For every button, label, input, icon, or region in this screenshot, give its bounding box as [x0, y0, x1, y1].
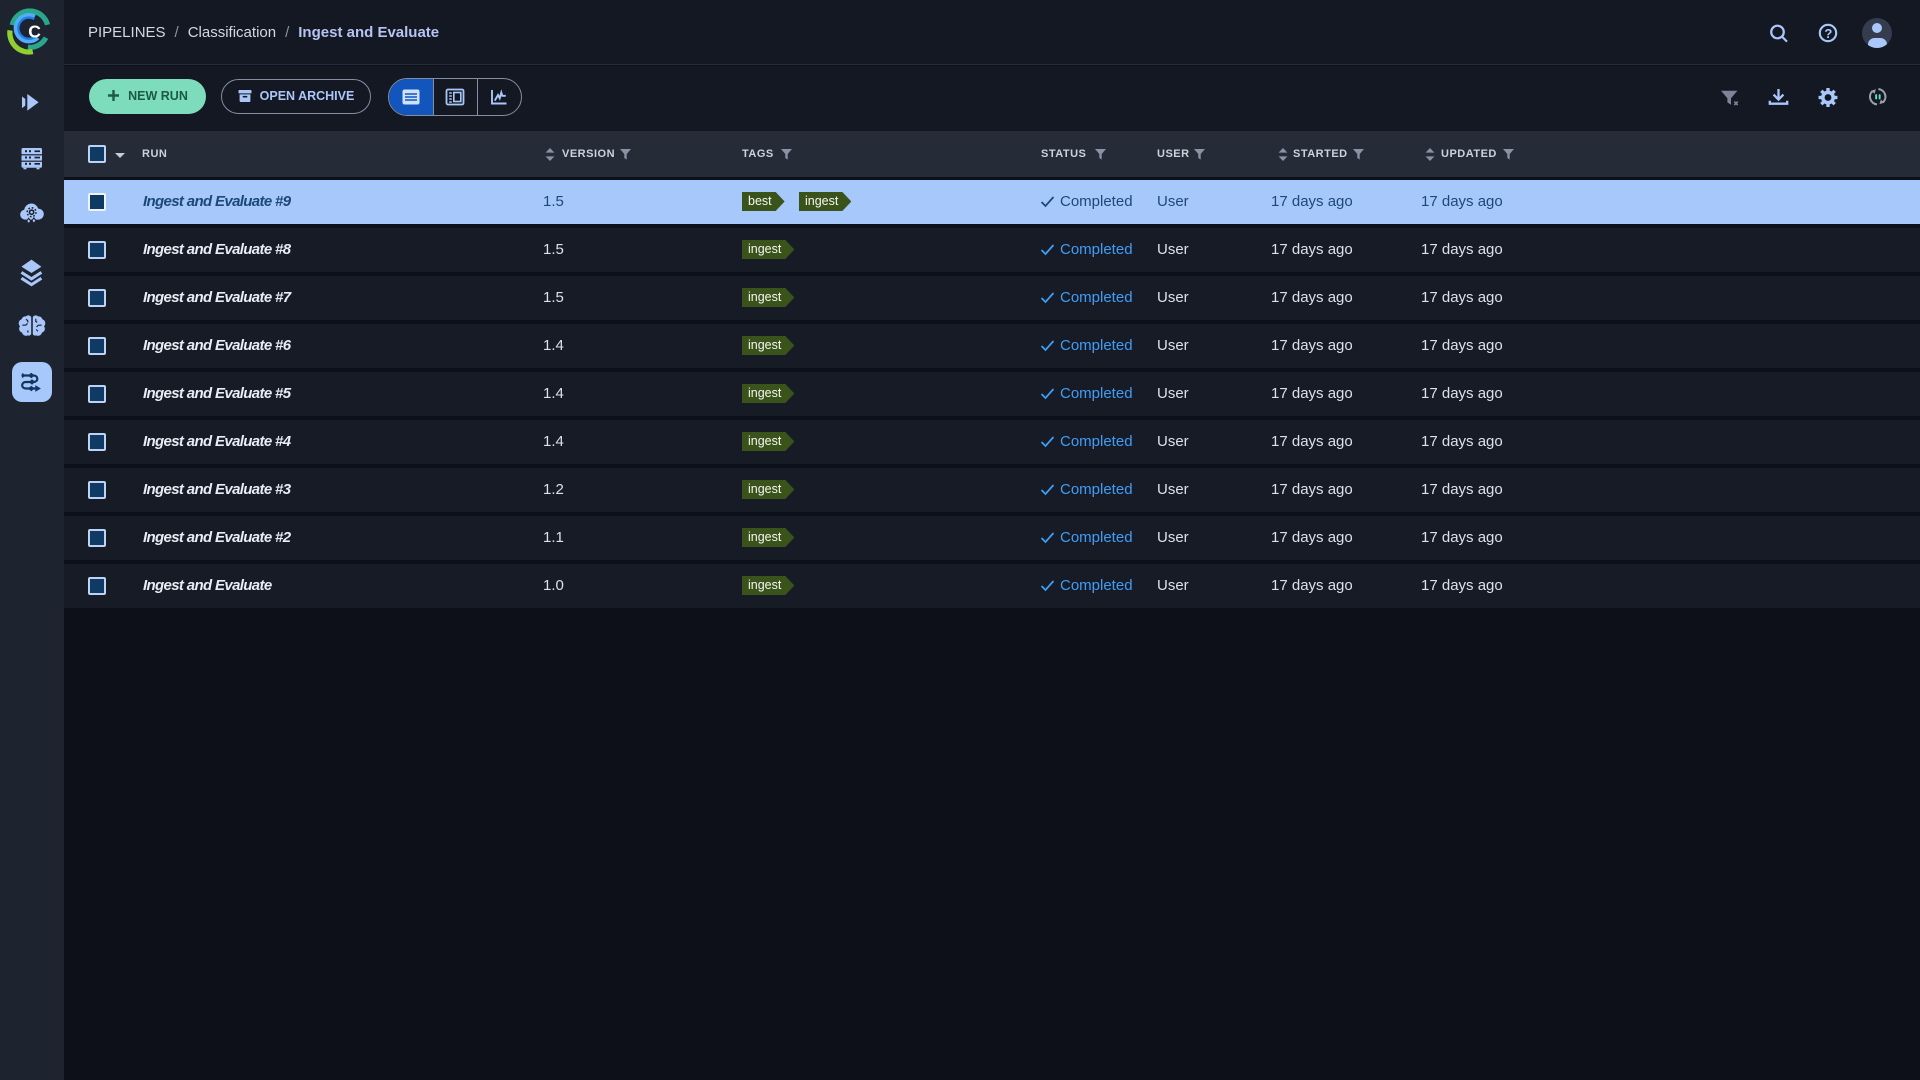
svg-text:?: ?: [1824, 26, 1832, 41]
svg-text:C: C: [28, 22, 41, 42]
